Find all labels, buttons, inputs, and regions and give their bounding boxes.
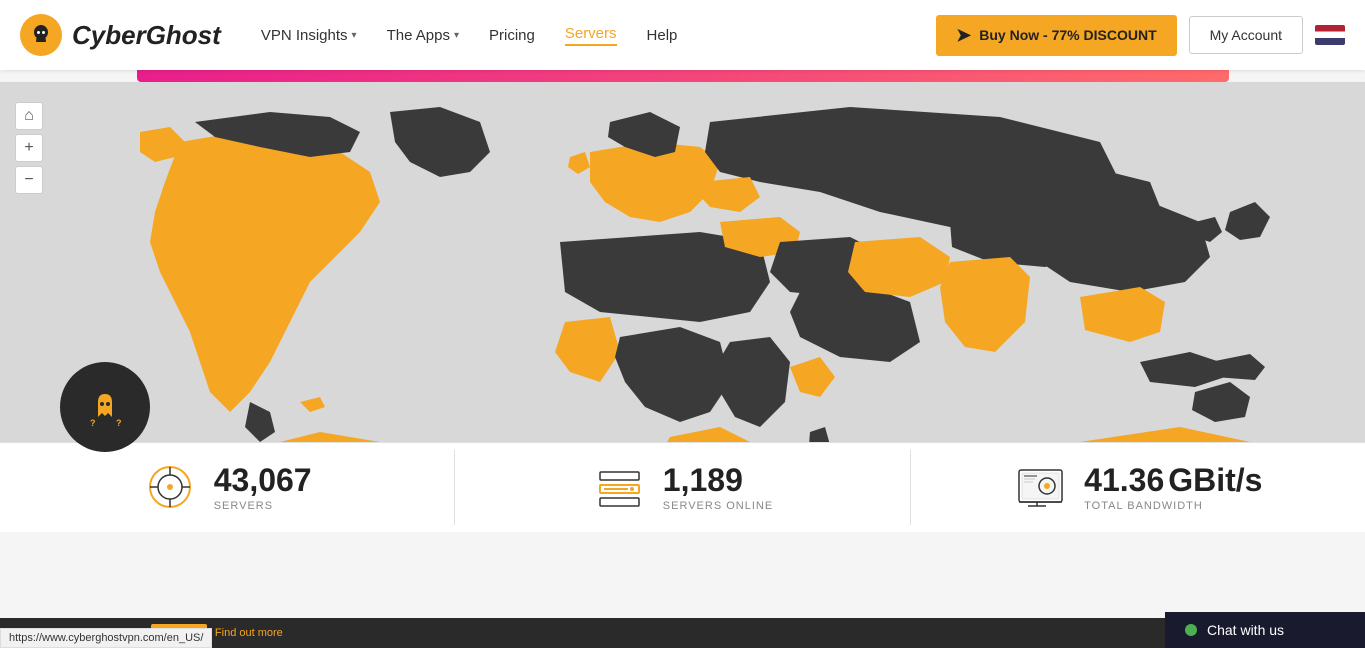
main-nav: VPN Insights ▾ The Apps ▾ Pricing Server…	[261, 25, 936, 46]
stat-servers-info: 43,067 SERVERS	[214, 464, 312, 512]
chat-online-indicator	[1185, 624, 1197, 636]
logo[interactable]: CyberGhost	[20, 14, 221, 56]
zoom-out-button[interactable]: −	[15, 166, 43, 194]
stat-online-number: 1,189	[663, 464, 773, 496]
world-map-container: ⌂ + −	[0, 82, 1365, 532]
chat-label: Chat with us	[1207, 622, 1284, 638]
svg-text:?: ?	[116, 418, 122, 428]
bandwidth-icon	[1013, 460, 1068, 515]
header-right: ➤ Buy Now - 77% DISCOUNT My Account	[936, 15, 1345, 56]
stat-bandwidth-number: 41.36	[1084, 464, 1164, 496]
url-bar: https://www.cyberghostvpn.com/en_US/	[0, 628, 212, 648]
find-out-link[interactable]: Find out more	[215, 627, 283, 639]
stat-servers-online: 1,189 SERVERS ONLINE	[455, 450, 910, 525]
nav-vpn-insights[interactable]: VPN Insights ▾	[261, 27, 357, 44]
chat-widget[interactable]: Chat with us	[1165, 612, 1365, 648]
arrow-icon: ➤	[956, 25, 971, 46]
stat-bandwidth-unit: GBit/s	[1168, 464, 1262, 496]
stat-servers-label: SERVERS	[214, 500, 312, 512]
servers-online-icon	[592, 460, 647, 515]
language-flag[interactable]	[1315, 25, 1345, 45]
my-account-button[interactable]: My Account	[1189, 16, 1303, 54]
help-ghost-button[interactable]: ? ?	[60, 362, 150, 452]
stats-bar: 43,067 SERVERS 1,189 SERVERS ONLINE	[0, 442, 1365, 532]
logo-icon	[20, 14, 62, 56]
zoom-in-button[interactable]: +	[15, 134, 43, 162]
url-text: https://www.cyberghostvpn.com/en_US/	[9, 632, 203, 644]
map-controls: ⌂ + −	[15, 102, 43, 194]
stat-bandwidth: 41.36 GBit/s TOTAL BANDWIDTH	[911, 450, 1365, 525]
nav-the-apps[interactable]: The Apps ▾	[387, 27, 459, 44]
nav-pricing[interactable]: Pricing	[489, 27, 535, 44]
chevron-icon: ▾	[352, 30, 357, 41]
home-button[interactable]: ⌂	[15, 102, 43, 130]
stat-online-info: 1,189 SERVERS ONLINE	[663, 464, 773, 512]
chevron-icon: ▾	[454, 30, 459, 41]
promo-banner[interactable]	[137, 70, 1229, 82]
nav-servers[interactable]: Servers	[565, 25, 617, 46]
stat-online-label: SERVERS ONLINE	[663, 500, 773, 512]
svg-text:?: ?	[90, 418, 96, 428]
stat-servers-number: 43,067	[214, 464, 312, 496]
nav-help[interactable]: Help	[647, 27, 678, 44]
stat-bandwidth-info: 41.36 GBit/s TOTAL BANDWIDTH	[1084, 464, 1262, 512]
stat-servers: 43,067 SERVERS	[0, 450, 455, 525]
header: CyberGhost VPN Insights ▾ The Apps ▾ Pri…	[0, 0, 1365, 70]
logo-text: CyberGhost	[72, 20, 221, 51]
buy-now-button[interactable]: ➤ Buy Now - 77% DISCOUNT	[936, 15, 1176, 56]
stat-bandwidth-label: TOTAL BANDWIDTH	[1084, 500, 1262, 512]
servers-icon	[143, 460, 198, 515]
